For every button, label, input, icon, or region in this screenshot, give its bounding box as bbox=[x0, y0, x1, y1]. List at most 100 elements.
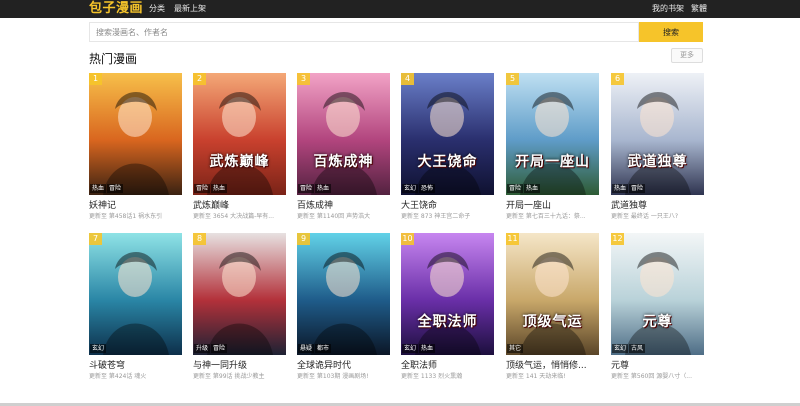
comic-card[interactable]: 9 悬疑 都市全球诡异时代 更新至 第103期 漫画剧场! bbox=[297, 233, 390, 380]
genre-tags: 玄幻 bbox=[90, 344, 107, 353]
comic-title[interactable]: 妖神记 bbox=[89, 198, 116, 211]
genre-tag: 古风 bbox=[629, 344, 646, 353]
genre-tag: 冒险 bbox=[298, 184, 315, 193]
cover-title-art: 武道独尊 bbox=[627, 154, 688, 170]
comic-cover[interactable]: 1 热血 冒险 bbox=[89, 73, 182, 195]
comic-cover[interactable]: 11 顶级气运其它 bbox=[506, 233, 599, 355]
comic-latest-chapter[interactable]: 更新至 873 神王宫二命子 bbox=[401, 211, 494, 220]
genre-tag: 热血 bbox=[419, 344, 436, 353]
nav-link-my-bookshelf[interactable]: 我的书架 bbox=[652, 0, 684, 18]
comic-title[interactable]: 元尊 bbox=[611, 358, 629, 371]
comic-card[interactable]: 4 大王饶命 玄幻 恐怖大王饶命 更新至 873 神王宫二命子 bbox=[401, 73, 494, 220]
comic-title[interactable]: 全职法师 bbox=[401, 358, 437, 371]
cover-artwork bbox=[89, 233, 182, 355]
rank-badge: 9 bbox=[297, 233, 310, 245]
comic-cover[interactable]: 3 百炼成神 冒险 热血 bbox=[297, 73, 390, 195]
cover-artwork bbox=[506, 73, 599, 195]
comic-cover[interactable]: 12 元尊 玄幻 古风 bbox=[611, 233, 704, 355]
comic-cover[interactable]: 6 武道独尊 热血 冒险 bbox=[611, 73, 704, 195]
comic-card[interactable]: 2 武炼巅峰 冒险 热血武炼巅峰 更新至 3654 大决战篇-早有... bbox=[193, 73, 286, 220]
rank-badge: 11 bbox=[506, 233, 519, 245]
genre-tag: 冒险 bbox=[107, 184, 124, 193]
search-input[interactable] bbox=[89, 22, 639, 42]
comic-cover[interactable]: 5 开局一座山 冒险 热血 bbox=[506, 73, 599, 195]
rank-badge: 4 bbox=[401, 73, 414, 85]
cover-title-art: 顶级气运 bbox=[522, 314, 583, 330]
comic-card[interactable]: 12 元尊 玄幻 古风元尊 更新至 第560回 源婴八寸（... bbox=[611, 233, 704, 380]
comic-cover[interactable]: 7 玄幻 bbox=[89, 233, 182, 355]
comic-latest-chapter[interactable]: 更新至 第七百三十九话：祭... bbox=[506, 211, 599, 220]
comic-title[interactable]: 斗破苍穹 bbox=[89, 358, 125, 371]
nav-link-traditional-chinese[interactable]: 繁體 bbox=[691, 0, 707, 18]
genre-tag: 升级 bbox=[194, 344, 211, 353]
site-logo[interactable]: 包子漫画 bbox=[89, 0, 143, 18]
genre-tag: 其它 bbox=[507, 344, 524, 353]
comic-card[interactable]: 6 武道独尊 热血 冒险 武道独尊 更新至 最终话 一只王八? bbox=[611, 73, 704, 220]
comic-card[interactable]: 1 热血 冒险妖神记 更新至 第458话1 祸水东引 bbox=[89, 73, 182, 220]
genre-tag: 热血 bbox=[90, 184, 107, 193]
nav-link-new-releases[interactable]: 最新上架 bbox=[174, 0, 206, 18]
rank-badge: 1 bbox=[89, 73, 102, 85]
genre-tag: 热血 bbox=[315, 184, 332, 193]
cover-artwork bbox=[506, 233, 599, 355]
genre-tag: 玄幻 bbox=[402, 184, 419, 193]
search-bar: 搜索 bbox=[89, 22, 703, 42]
genre-tags: 其它 bbox=[507, 344, 524, 353]
comic-cover[interactable]: 10 全职法师玄幻 热血 bbox=[401, 233, 494, 355]
comic-card[interactable]: 3 百炼成神 冒险 热血百炼成神 更新至 第1140回 声势浩大 bbox=[297, 73, 390, 220]
search-button[interactable]: 搜索 bbox=[639, 22, 703, 42]
comic-latest-chapter[interactable]: 更新至 141 天劫来临! bbox=[506, 371, 599, 380]
rank-badge: 3 bbox=[297, 73, 310, 85]
genre-tag: 冒险 bbox=[507, 184, 524, 193]
comic-title[interactable]: 百炼成神 bbox=[297, 198, 333, 211]
comic-latest-chapter[interactable]: 更新至 第99话 挑战少教主 bbox=[193, 371, 286, 380]
genre-tag: 都市 bbox=[315, 344, 332, 353]
comic-cover[interactable]: 2 武炼巅峰 冒险 热血 bbox=[193, 73, 286, 195]
genre-tag: 冒险 bbox=[194, 184, 211, 193]
comic-card[interactable]: 5 开局一座山 冒险 热血开局一座山 更新至 第七百三十九话：祭... bbox=[506, 73, 599, 220]
more-button[interactable]: 更多 bbox=[671, 48, 703, 63]
comic-latest-chapter[interactable]: 更新至 第458话1 祸水东引 bbox=[89, 211, 182, 220]
comic-latest-chapter[interactable]: 更新至 第1140回 声势浩大 bbox=[297, 211, 390, 220]
genre-tag: 热血 bbox=[211, 184, 228, 193]
genre-tag: 玄幻 bbox=[90, 344, 107, 353]
genre-tags: 热血 冒险 bbox=[612, 184, 646, 193]
comic-latest-chapter[interactable]: 更新至 3654 大决战篇-早有... bbox=[193, 211, 286, 220]
comic-title[interactable]: 全球诡异时代 bbox=[297, 358, 351, 371]
genre-tag: 玄幻 bbox=[612, 344, 629, 353]
comic-card[interactable]: 7 玄幻斗破苍穹 更新至 第424话 魂火 bbox=[89, 233, 182, 380]
cover-artwork bbox=[89, 73, 182, 195]
cover-title-art: 全职法师 bbox=[417, 314, 478, 330]
genre-tag: 玄幻 bbox=[402, 344, 419, 353]
genre-tag: 恐怖 bbox=[419, 184, 436, 193]
genre-tags: 冒险 热血 bbox=[298, 184, 332, 193]
nav-link-category[interactable]: 分类 bbox=[149, 0, 165, 18]
genre-tags: 玄幻 古风 bbox=[612, 344, 646, 353]
comic-latest-chapter[interactable]: 更新至 第560回 源婴八寸（... bbox=[611, 371, 704, 380]
rank-badge: 7 bbox=[89, 233, 102, 245]
comic-card[interactable]: 11 顶级气运其它顶级气运，悄悄修... 更新至 141 天劫来临! bbox=[506, 233, 599, 380]
comic-cover[interactable]: 9 悬疑 都市 bbox=[297, 233, 390, 355]
comic-latest-chapter[interactable]: 更新至 最终话 一只王八? bbox=[611, 211, 704, 220]
comic-cover[interactable]: 4 大王饶命 玄幻 恐怖 bbox=[401, 73, 494, 195]
genre-tags: 热血 冒险 bbox=[90, 184, 124, 193]
cover-artwork bbox=[611, 73, 704, 195]
comic-cover[interactable]: 8 升级 冒险 bbox=[193, 233, 286, 355]
comic-title[interactable]: 武道独尊 bbox=[611, 198, 647, 211]
genre-tag: 热血 bbox=[524, 184, 541, 193]
genre-tags: 冒险 热血 bbox=[194, 184, 228, 193]
comic-title[interactable]: 武炼巅峰 bbox=[193, 198, 229, 211]
comic-title[interactable]: 开局一座山 bbox=[506, 198, 551, 211]
comic-title[interactable]: 大王饶命 bbox=[401, 198, 437, 211]
comic-card[interactable]: 8 升级 冒险与神一同升级 更新至 第99话 挑战少教主 bbox=[193, 233, 286, 380]
cover-artwork bbox=[401, 73, 494, 195]
comic-title[interactable]: 顶级气运，悄悄修... bbox=[506, 358, 587, 371]
comic-latest-chapter[interactable]: 更新至 1133 烈火熏瀚 bbox=[401, 371, 494, 380]
rank-badge: 10 bbox=[401, 233, 414, 245]
top-navigation-bar: 包子漫画 分类 最新上架 我的书架 繁體 bbox=[0, 0, 800, 18]
comic-latest-chapter[interactable]: 更新至 第103期 漫画剧场! bbox=[297, 371, 390, 380]
comic-latest-chapter[interactable]: 更新至 第424话 魂火 bbox=[89, 371, 182, 380]
comic-title[interactable]: 与神一同升级 bbox=[193, 358, 247, 371]
comic-card[interactable]: 10 全职法师 玄幻 热血 全职法师 更新至 1133 烈火熏瀚 bbox=[401, 233, 494, 380]
genre-tag: 冒险 bbox=[629, 184, 646, 193]
